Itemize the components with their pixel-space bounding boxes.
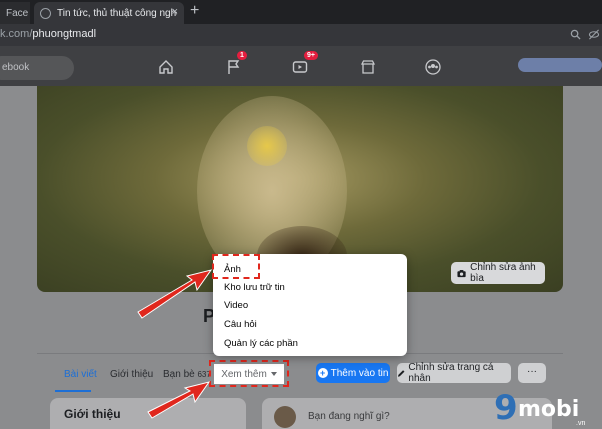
zoom-icon[interactable] — [570, 29, 581, 40]
menu-item-video[interactable]: Video — [224, 300, 248, 311]
edit-cover-button[interactable]: Chỉnh sửa ảnh bìa — [451, 262, 545, 284]
browser-tab-bar: Face Tin tức, thủ thuật công nghệ mới × … — [0, 0, 602, 24]
notification-badge: 9+ — [304, 51, 318, 60]
profile-shortcut[interactable] — [518, 58, 602, 72]
cover-flower — [247, 126, 287, 166]
watermark-logo: 9 mobi .vn — [494, 388, 602, 429]
highlight-box-more — [209, 360, 289, 387]
tab-title: Face — [6, 7, 29, 19]
watch-icon[interactable] — [292, 59, 308, 75]
menu-item-story-archive[interactable]: Kho lưu trữ tin — [224, 282, 285, 293]
more-options-button[interactable]: ··· — [518, 363, 546, 383]
tab-about[interactable]: Giới thiệu — [110, 369, 153, 380]
search-input[interactable]: ebook — [0, 56, 74, 80]
avatar — [274, 406, 296, 428]
edit-profile-label: Chỉnh sửa trang cá nhân — [408, 362, 494, 384]
highlight-box-photos — [212, 254, 260, 279]
hide-icon[interactable] — [588, 29, 600, 40]
tab-friends-label: Bạn bè — [163, 369, 195, 380]
url-domain: k.com/ — [0, 28, 33, 40]
marketplace-icon[interactable] — [360, 59, 376, 75]
globe-icon — [40, 7, 51, 19]
url-path: phuongtmadl — [32, 28, 97, 40]
watermark-nine: 9 — [494, 388, 518, 428]
notification-badge: 1 — [237, 51, 247, 60]
add-to-story-label: Thêm vào tin — [330, 367, 389, 379]
composer-placeholder: Bạn đang nghĩ gì? — [308, 411, 390, 422]
tab-title: Tin tức, thủ thuật công nghệ mới — [57, 7, 177, 19]
intro-card: Giới thiệu — [50, 398, 246, 429]
facebook-top-nav: ebook 1 9+ — [0, 46, 602, 86]
home-icon[interactable] — [158, 59, 174, 75]
groups-icon[interactable] — [425, 59, 441, 75]
pages-flag-icon[interactable] — [226, 59, 242, 75]
watermark-mobi: mobi — [518, 397, 580, 422]
menu-item-manage-sections[interactable]: Quản lý các phần — [224, 338, 298, 349]
active-tab-indicator — [55, 390, 91, 392]
browser-tab-taimienphi[interactable]: Tin tức, thủ thuật công nghệ mới × — [34, 2, 184, 24]
menu-item-questions[interactable]: Câu hỏi — [224, 319, 257, 330]
watermark-tld: .vn — [576, 420, 586, 427]
plus-icon: + — [317, 368, 328, 378]
browser-tab-facebook[interactable]: Face — [0, 2, 30, 24]
edit-profile-button[interactable]: Chỉnh sửa trang cá nhân — [397, 362, 511, 384]
add-to-story-button[interactable]: + Thêm vào tin — [316, 363, 390, 383]
tab-posts[interactable]: Bài viết — [64, 369, 97, 380]
tab-friends[interactable]: Bạn bè 637 — [163, 369, 211, 380]
address-bar[interactable]: k.com/phuongtmadl — [0, 24, 602, 46]
new-tab-button[interactable]: + — [190, 3, 199, 19]
edit-cover-label: Chỉnh sửa ảnh bìa — [470, 262, 536, 284]
pencil-icon — [397, 369, 405, 377]
intro-title: Giới thiệu — [64, 407, 121, 421]
camera-icon — [457, 269, 466, 277]
url-text: k.com/phuongtmadl — [0, 28, 96, 40]
close-icon[interactable]: × — [172, 6, 178, 18]
